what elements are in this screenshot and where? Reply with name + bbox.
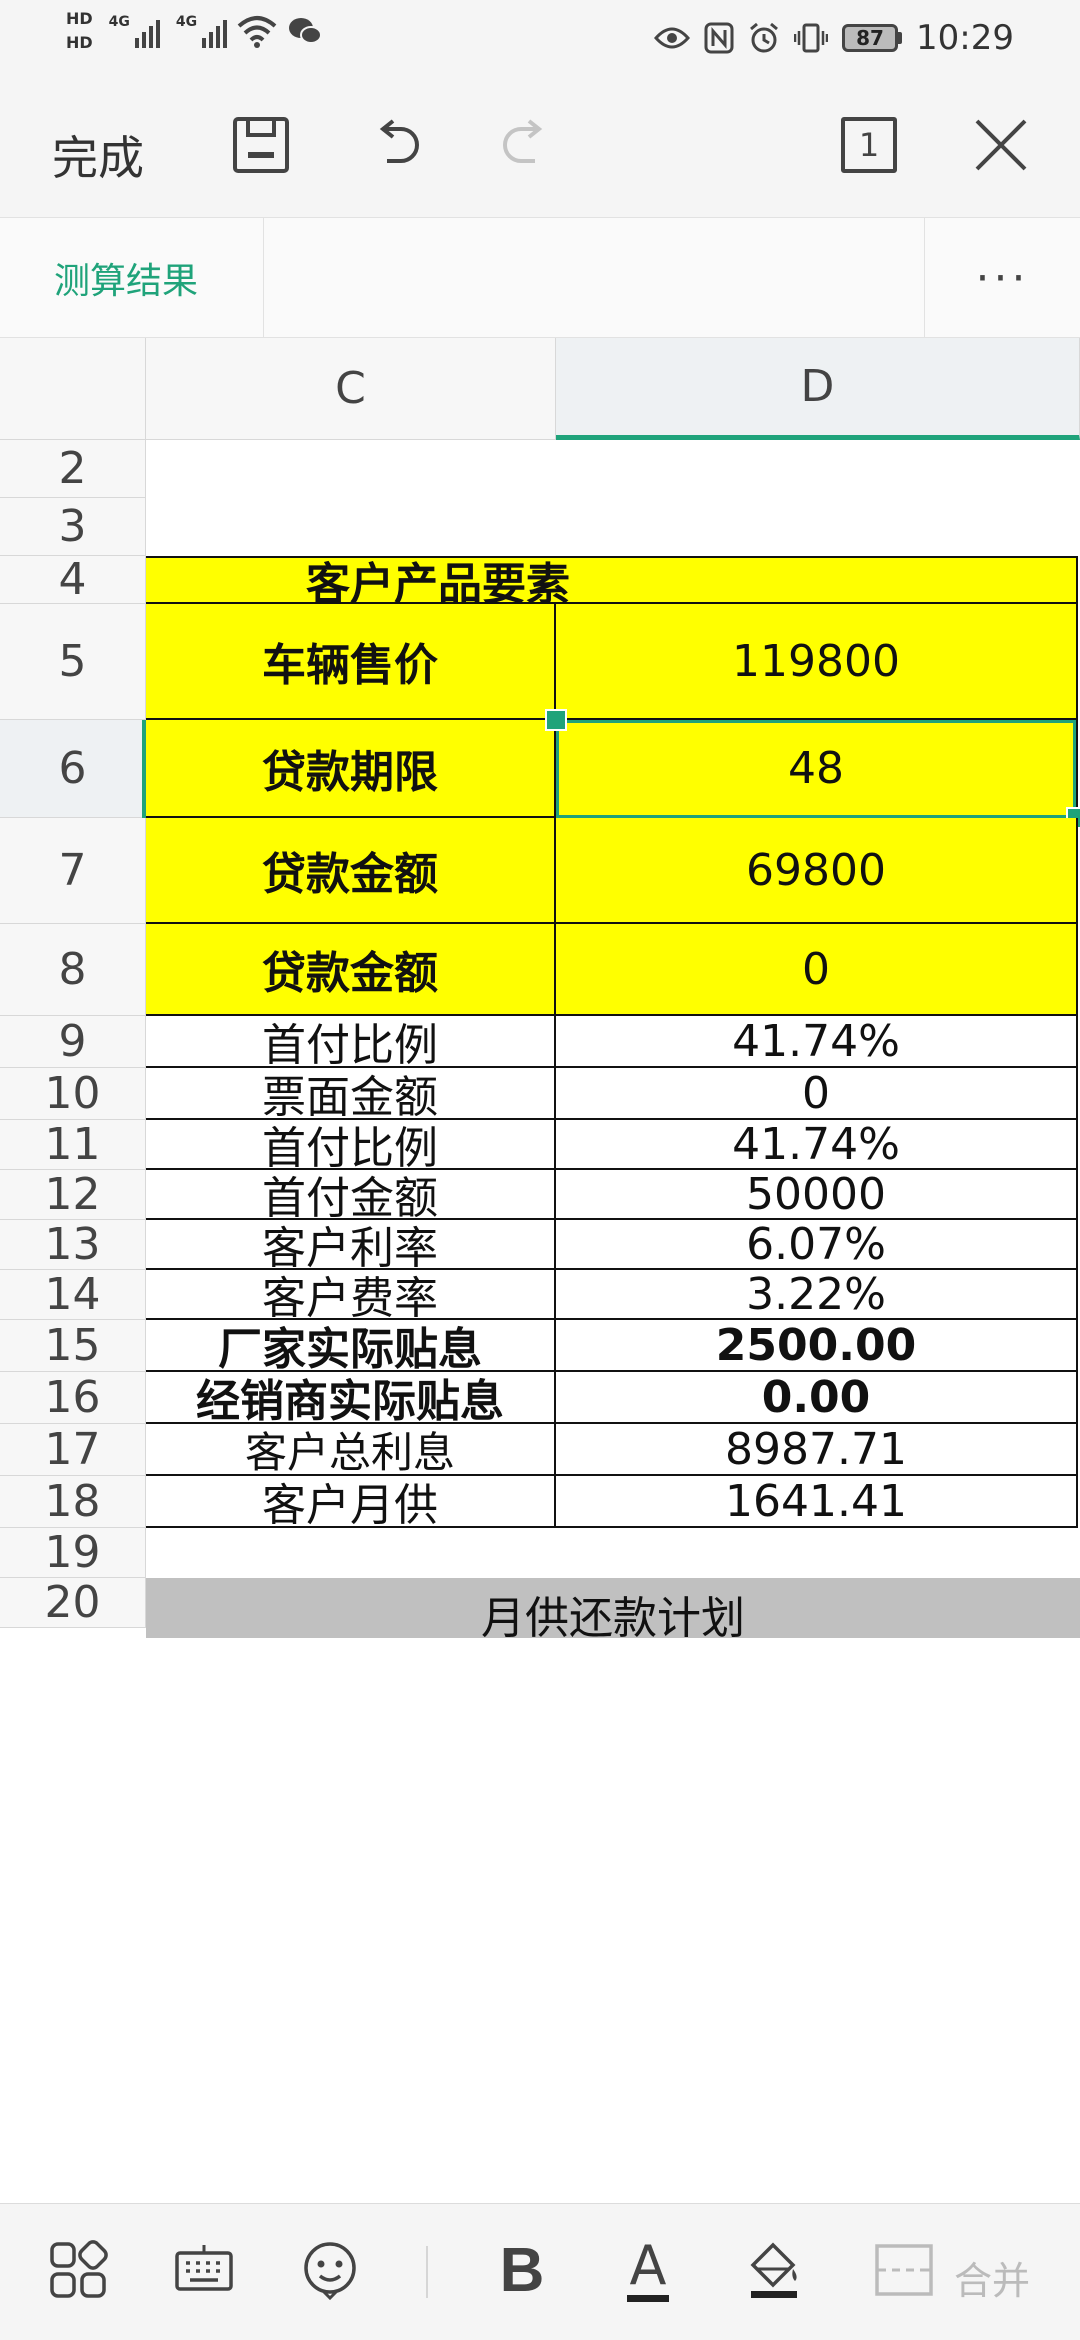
clock: 10:29 xyxy=(916,18,1014,58)
cell-c6[interactable]: 贷款期限 xyxy=(146,720,556,818)
selection-handle-start[interactable] xyxy=(545,709,567,731)
row-header-17[interactable]: 17 xyxy=(0,1424,146,1476)
done-button[interactable]: 完成 xyxy=(52,122,144,188)
cell-d7[interactable]: 69800 xyxy=(556,818,1078,924)
close-icon[interactable] xyxy=(968,112,1034,178)
cell-d12[interactable]: 50000 xyxy=(556,1169,1078,1220)
cell-c16[interactable]: 经销商实际贴息 xyxy=(146,1372,556,1427)
redo-icon[interactable] xyxy=(494,112,560,178)
cell-c8[interactable]: 贷款金额 xyxy=(146,924,556,1016)
signal-icon: 4G xyxy=(109,14,160,48)
row-header-13[interactable]: 13 xyxy=(0,1219,146,1270)
cell-d6[interactable]: 48 xyxy=(556,720,1078,818)
more-options-icon[interactable]: ··· xyxy=(924,218,1080,338)
toolbar-separator xyxy=(426,2246,428,2298)
merge-cells-icon[interactable] xyxy=(868,2234,940,2306)
cell-d14[interactable]: 3.22% xyxy=(556,1269,1078,1320)
font-color-button[interactable]: A xyxy=(612,2234,684,2306)
cell-d5[interactable]: 119800 xyxy=(556,604,1078,720)
font-color-letter: A xyxy=(629,2233,667,2297)
status-bar: HD HD 4G 4G 87 10:29 xyxy=(0,0,1080,72)
row-header-6[interactable]: 6 xyxy=(0,720,146,818)
row-header-4[interactable]: 4 xyxy=(0,554,146,605)
wifi-icon xyxy=(237,16,277,48)
row-header-16[interactable]: 16 xyxy=(0,1372,146,1424)
row-header-10[interactable]: 10 xyxy=(0,1068,146,1120)
corner-header[interactable] xyxy=(0,338,146,440)
cell-d8[interactable]: 0 xyxy=(556,924,1078,1016)
row-header-14[interactable]: 14 xyxy=(0,1269,146,1320)
cell-d9[interactable]: 41.74% xyxy=(556,1016,1078,1068)
row-header-12[interactable]: 12 xyxy=(0,1169,146,1220)
row-header-8[interactable]: 8 xyxy=(0,924,146,1016)
cell-c18[interactable]: 客户月供 xyxy=(146,1476,556,1531)
nfc-icon xyxy=(704,22,734,54)
merge-label[interactable]: 合并 xyxy=(954,2250,1030,2305)
vibrate-icon xyxy=(794,23,829,53)
keyboard-icon[interactable] xyxy=(168,2234,240,2306)
cell-schedule-header[interactable]: 月供还款计划 xyxy=(146,1578,1080,1644)
row-header-18[interactable]: 18 xyxy=(0,1476,146,1528)
cell-d18[interactable]: 1641.41 xyxy=(556,1476,1078,1528)
eye-icon xyxy=(654,27,691,49)
row-header-7[interactable]: 7 xyxy=(0,818,146,924)
voice-assistant-icon[interactable] xyxy=(294,2234,366,2306)
top-toolbar: 完成 1 xyxy=(0,72,1080,218)
battery-icon: 87 xyxy=(842,24,903,52)
apps-grid-icon[interactable] xyxy=(42,2234,114,2306)
save-icon[interactable] xyxy=(228,112,294,178)
cell-d15[interactable]: 2500.00 xyxy=(556,1320,1078,1372)
undo-icon[interactable] xyxy=(362,112,428,178)
wechat-icon xyxy=(289,18,323,44)
cell-d10[interactable]: 0 xyxy=(556,1068,1078,1120)
font-color-swatch xyxy=(627,2294,669,2302)
bottom-toolbar: B A 合并 xyxy=(0,2203,1080,2340)
alarm-icon xyxy=(750,22,778,53)
row-header-20[interactable]: 20 xyxy=(0,1577,146,1628)
cell-c7[interactable]: 贷款金额 xyxy=(146,818,556,924)
cell-title-merged[interactable]: 客户产品要素 xyxy=(146,556,1078,610)
cell-d16[interactable]: 0.00 xyxy=(556,1372,1078,1424)
fill-color-icon[interactable] xyxy=(738,2234,810,2306)
row-header-2[interactable]: 2 xyxy=(0,440,146,498)
column-header-c[interactable]: C xyxy=(146,338,556,440)
cell-d2[interactable] xyxy=(556,440,1078,498)
cell-d19[interactable] xyxy=(556,1528,1078,1578)
row-header-5[interactable]: 5 xyxy=(0,604,146,720)
cell-c5[interactable]: 车辆售价 xyxy=(146,604,556,720)
hd-badge-1: HD xyxy=(66,9,93,28)
cell-c2[interactable] xyxy=(146,440,556,498)
row-selection-indicator xyxy=(142,720,146,818)
sheet-tab-active[interactable]: 测算结果 xyxy=(0,218,264,338)
cell-c19[interactable] xyxy=(146,1528,556,1578)
cell-d3[interactable] xyxy=(556,498,1078,556)
cell-d13[interactable]: 6.07% xyxy=(556,1219,1078,1270)
sheet-tab-bar: 测算结果 ··· xyxy=(0,218,1080,338)
row-header-3[interactable]: 3 xyxy=(0,498,146,556)
signal-icon-2: 4G xyxy=(176,14,228,48)
column-header-d[interactable]: D xyxy=(556,338,1080,440)
row-header-15[interactable]: 15 xyxy=(0,1320,146,1372)
sheet-count-button[interactable]: 1 xyxy=(836,112,902,178)
hd-badge-2: HD xyxy=(66,33,93,52)
sheet-count: 1 xyxy=(841,117,897,173)
row-header-9[interactable]: 9 xyxy=(0,1016,146,1068)
bold-button[interactable]: B xyxy=(486,2234,558,2306)
row-header-19[interactable]: 19 xyxy=(0,1527,146,1578)
row-header-11[interactable]: 11 xyxy=(0,1119,146,1170)
spreadsheet-grid[interactable]: C D 2 3 4 客户产品要素 5 车辆售价 119800 6 贷款期限 48 7 贷款金额 6980… xyxy=(0,338,1080,2203)
cell-d17[interactable]: 8987.71 xyxy=(556,1424,1078,1476)
cell-d11[interactable]: 41.74% xyxy=(556,1119,1078,1170)
